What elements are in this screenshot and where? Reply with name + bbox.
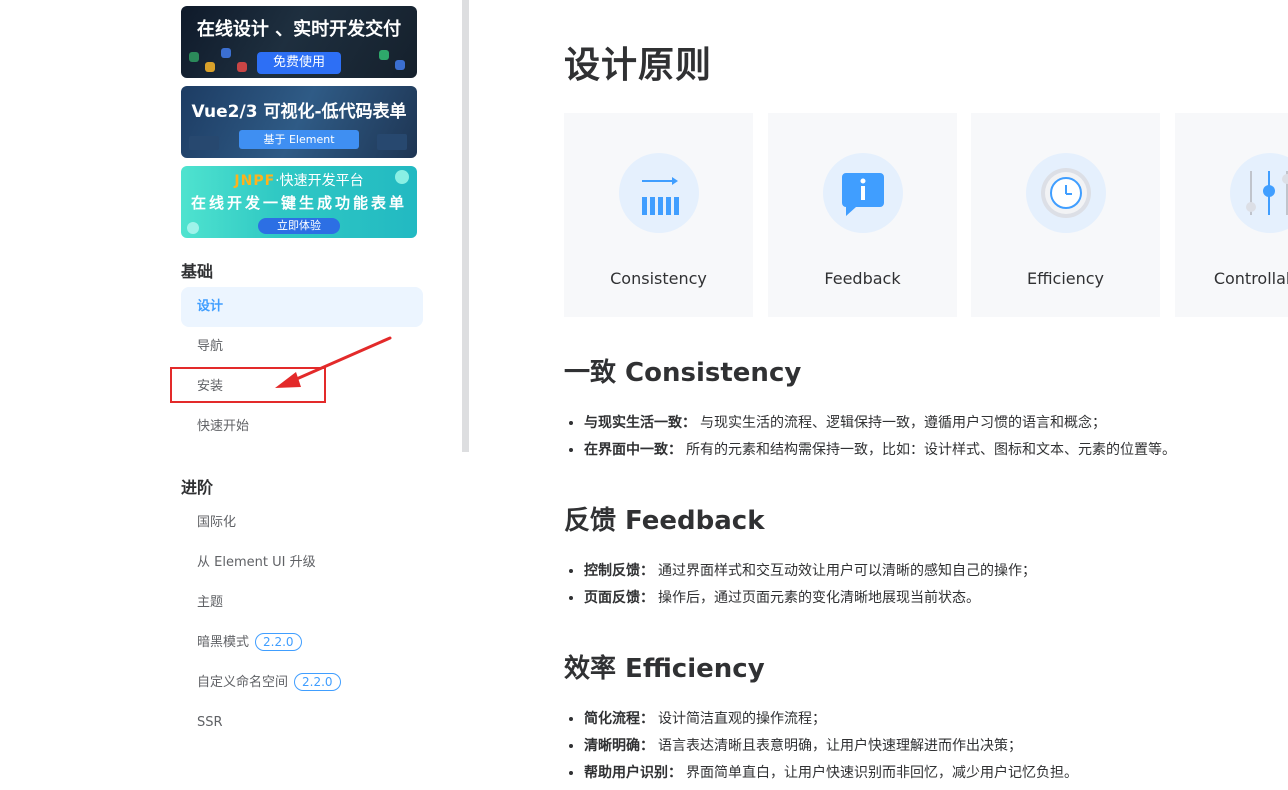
sidebar-item-namespace[interactable]: 自定义命名空间 2.2.0 (181, 663, 423, 703)
ad-banner-online-design[interactable]: 在线设计 、实时开发交付 免费使用 (181, 6, 417, 78)
list-item: 与现实生活一致：与现实生活的流程、逻辑保持一致，遵循用户习惯的语言和概念； (584, 410, 1176, 437)
consistency-list: 与现实生活一致：与现实生活的流程、逻辑保持一致，遵循用户习惯的语言和概念； 在界… (564, 410, 1176, 464)
list-item-text: 界面简单直白，让用户快速识别而非回忆，减少用户记忆负担。 (686, 765, 1078, 781)
nav-group-basic: 基础 (181, 262, 214, 281)
ad-free-use-button[interactable]: 免费使用 (257, 52, 341, 74)
sidebar-item-theme[interactable]: 主题 (181, 583, 423, 623)
section-title-consistency: 一致 Consistency (564, 358, 802, 388)
list-item-term: 简化流程： (584, 711, 654, 727)
list-item-term: 在界面中一致： (584, 442, 682, 458)
list-item: 页面反馈：操作后，通过页面元素的变化清晰地展现当前状态。 (584, 585, 1036, 612)
card-label: Consistency (610, 269, 707, 288)
ad-subtitle: 在线开发一键生成功能表单 (190, 194, 407, 212)
list-item-text: 与现实生活的流程、逻辑保持一致，遵循用户习惯的语言和概念； (700, 415, 1106, 431)
list-item-text: 所有的元素和结构需保持一致，比如：设计样式、图标和文本、元素的位置等。 (686, 442, 1176, 458)
sidebar-scrollbar[interactable] (462, 0, 469, 452)
list-item-term: 帮助用户识别： (584, 765, 682, 781)
sidebar-item-label: 自定义命名空间 (197, 675, 289, 690)
feedback-list: 控制反馈：通过界面样式和交互动效让用户可以清晰的感知自己的操作； 页面反馈：操作… (564, 558, 1036, 612)
sidebar-item-i18n[interactable]: 国际化 (181, 503, 423, 543)
annotation-highlight-box (170, 367, 326, 403)
list-item-term: 与现实生活一致： (584, 415, 696, 431)
version-badge: 2.2.0 (255, 632, 302, 651)
list-item-text: 操作后，通过页面元素的变化清晰地展现当前状态。 (658, 590, 980, 606)
sidebar-item-label: 暗黑模式 (197, 635, 250, 650)
version-badge: 2.2.0 (294, 672, 341, 691)
list-item-text: 语言表达清晰且表意明确，让用户快速理解进而作出决策； (658, 738, 1022, 754)
sidebar-item-ssr[interactable]: SSR (181, 703, 423, 743)
ad-title-rest: ·快速开发平台 (275, 173, 364, 189)
sidebar-item-quickstart[interactable]: 快速开始 (181, 407, 423, 447)
ad-try-now-button[interactable]: 立即体验 (258, 218, 340, 234)
list-item-text: 通过界面样式和交互动效让用户可以清晰的感知自己的操作； (658, 563, 1036, 579)
ad-decoration (187, 222, 199, 234)
card-consistency: Consistency (564, 113, 753, 317)
card-label: Feedback (824, 269, 901, 288)
card-label: Controllability (1213, 269, 1288, 288)
ad-decoration (377, 134, 407, 150)
list-item-term: 页面反馈： (584, 590, 654, 606)
sidebar-item-design[interactable]: 设计 (181, 287, 423, 327)
page-title: 设计原则 (564, 45, 713, 86)
ad-banner-lowcode-form[interactable]: Vue2/3 可视化-低代码表单 基于 Element (181, 86, 417, 158)
list-item: 在界面中一致：所有的元素和结构需保持一致，比如：设计样式、图标和文本、元素的位置… (584, 437, 1176, 464)
list-item: 清晰明确：语言表达清晰且表意明确，让用户快速理解进而作出决策； (584, 733, 1078, 760)
section-title-efficiency: 效率 Efficiency (564, 654, 765, 684)
card-feedback: Feedback (768, 113, 957, 317)
card-controllability: Controllability (1175, 113, 1288, 317)
list-item: 简化流程：设计简洁直观的操作流程； (584, 706, 1078, 733)
section-title-feedback: 反馈 Feedback (564, 506, 765, 536)
ad-brand: JNPF (234, 173, 276, 189)
list-item-term: 清晰明确： (584, 738, 654, 754)
sidebar: 在线设计 、实时开发交付 免费使用 Vue2/3 可视化-低代码表单 基于 El… (0, 0, 470, 790)
sidebar-item-navigation[interactable]: 导航 (181, 327, 423, 367)
ad-title: 在线设计 、实时开发交付 (196, 19, 402, 40)
list-item: 帮助用户识别：界面简单直白，让用户快速识别而非回忆，减少用户记忆负担。 (584, 760, 1078, 787)
nav-group-advanced: 进阶 (181, 478, 214, 497)
list-item-term: 控制反馈： (584, 563, 654, 579)
list-item-text: 设计简洁直观的操作流程； (658, 711, 826, 727)
principle-cards: Consistency Feedback Efficiency Controll… (564, 113, 1288, 317)
efficiency-list: 简化流程：设计简洁直观的操作流程； 清晰明确：语言表达清晰且表意明确，让用户快速… (564, 706, 1078, 787)
card-efficiency: Efficiency (971, 113, 1160, 317)
ad-banner-jnpf[interactable]: JNPF·快速开发平台 在线开发一键生成功能表单 立即体验 (181, 166, 417, 238)
card-label: Efficiency (1026, 269, 1105, 288)
ad-title: JNPF·快速开发平台 (181, 170, 417, 190)
ad-title: Vue2/3 可视化-低代码表单 (191, 102, 407, 122)
ad-element-button[interactable]: 基于 Element (239, 130, 359, 149)
sidebar-item-upgrade[interactable]: 从 Element UI 升级 (181, 543, 423, 583)
ad-decoration (189, 136, 219, 150)
list-item: 控制反馈：通过界面样式和交互动效让用户可以清晰的感知自己的操作； (584, 558, 1036, 585)
sidebar-item-dark-mode[interactable]: 暗黑模式 2.2.0 (181, 623, 423, 663)
